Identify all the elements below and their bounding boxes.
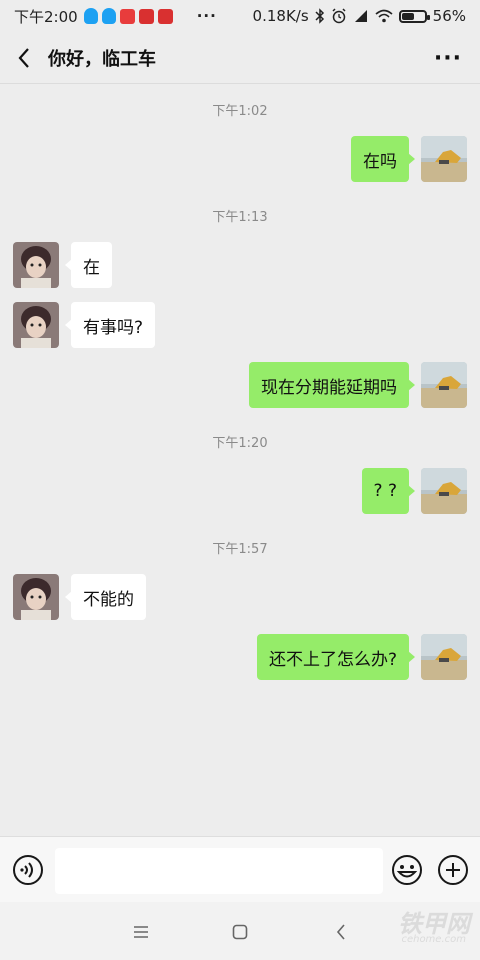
message-bubble[interactable]: 还不上了怎么办? xyxy=(256,634,416,680)
battery-fill xyxy=(401,12,414,20)
status-right: 0.18K/s 56% xyxy=(253,0,466,32)
message-bubble[interactable]: 不能的 xyxy=(65,574,146,620)
voice-icon[interactable] xyxy=(12,854,44,886)
qq-icon xyxy=(101,8,116,24)
message-out: 在吗 xyxy=(0,136,480,184)
contact-avatar[interactable] xyxy=(13,574,59,620)
back-icon[interactable] xyxy=(328,919,354,945)
app-icon xyxy=(119,8,135,24)
my-avatar[interactable] xyxy=(421,634,467,680)
plus-icon[interactable] xyxy=(437,854,469,886)
qq-icon xyxy=(83,8,98,24)
more-icon[interactable]: ··· xyxy=(434,46,462,71)
timestamp: 下午1:13 xyxy=(212,210,268,225)
app-icon xyxy=(157,8,173,24)
message-out: ? ? xyxy=(0,468,480,516)
status-bar: 下午2:00 ··· 0.18K/s 56% xyxy=(0,0,480,32)
chat-header: 你好，临工车 ··· xyxy=(0,32,480,84)
message-bubble[interactable]: 在 xyxy=(65,242,112,288)
message-in: 在 xyxy=(0,242,480,290)
timestamp: 下午1:20 xyxy=(212,436,268,451)
timestamp: 下午1:57 xyxy=(212,542,268,557)
input-bar xyxy=(0,836,480,902)
contact-avatar[interactable] xyxy=(13,302,59,348)
message-bubble[interactable]: 有事吗? xyxy=(64,302,156,348)
home-icon[interactable] xyxy=(227,919,253,945)
emoji-icon[interactable] xyxy=(391,854,423,886)
message-list: 下午1:02 在吗 下午1:13 在 有事吗? 现在分期能延期吗 下午1:20 … xyxy=(0,84,480,836)
my-avatar[interactable] xyxy=(421,362,467,408)
message-in: 不能的 xyxy=(0,574,480,622)
contact-avatar[interactable] xyxy=(13,242,59,288)
message-bubble[interactable]: 在吗 xyxy=(351,136,415,182)
message-in: 有事吗? xyxy=(0,302,480,350)
battery-icon xyxy=(398,9,430,23)
timestamp: 下午1:02 xyxy=(212,104,268,119)
app-icon xyxy=(138,8,154,24)
message-input[interactable] xyxy=(55,848,383,894)
bluetooth-icon xyxy=(315,8,324,24)
my-avatar[interactable] xyxy=(421,136,467,182)
chevron-left-icon[interactable] xyxy=(4,32,44,84)
battery-percent: 56% xyxy=(432,7,466,25)
message-bubble[interactable]: 现在分期能延期吗 xyxy=(249,362,415,408)
notification-icons xyxy=(83,8,173,24)
watermark-url: cehome.com xyxy=(401,934,466,945)
menu-icon[interactable] xyxy=(128,919,154,945)
wifi-icon xyxy=(375,9,393,23)
message-out: 还不上了怎么办? xyxy=(0,634,480,682)
alarm-icon xyxy=(332,8,346,24)
my-avatar[interactable] xyxy=(421,468,467,514)
message-out: 现在分期能延期吗 xyxy=(0,362,480,410)
network-speed: 0.18K/s xyxy=(252,7,309,25)
message-bubble[interactable]: ? ? xyxy=(361,468,416,514)
status-time: 下午2:00 xyxy=(14,7,78,26)
signal-icon xyxy=(354,10,367,22)
more-notifications-icon: ··· xyxy=(196,7,217,25)
chat-title: 你好，临工车 xyxy=(48,48,156,70)
